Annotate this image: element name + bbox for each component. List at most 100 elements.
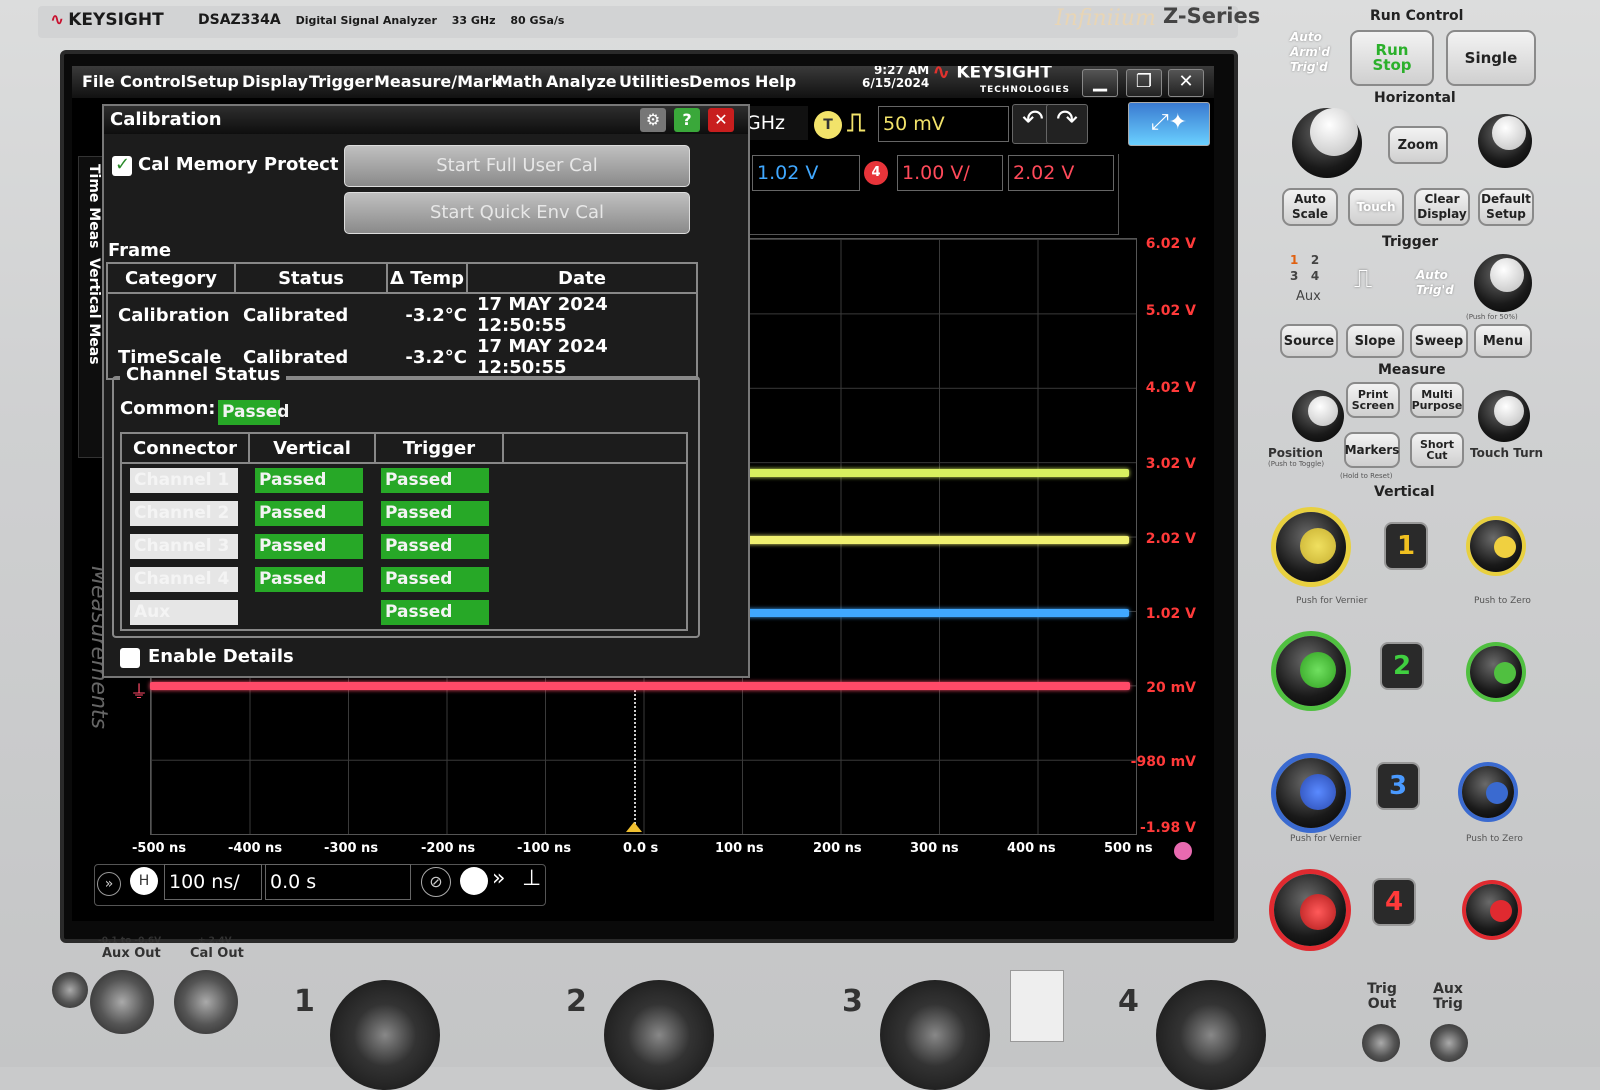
gear-icon: ⚙ <box>645 110 661 129</box>
panel-expand-button[interactable]: » <box>97 872 121 896</box>
close-button[interactable]: ✕ <box>1168 69 1204 97</box>
redo-button[interactable]: ↷ <box>1046 104 1088 144</box>
touch-turn-knob[interactable] <box>1478 390 1530 442</box>
table-row: Aux Passed <box>121 596 687 630</box>
ch4-offset-knob[interactable] <box>1466 884 1518 936</box>
freq-unit[interactable]: GHz <box>742 106 808 140</box>
menu-demos[interactable]: Demos <box>689 72 750 91</box>
horizontal-badge[interactable]: H <box>130 867 158 895</box>
ch3-button[interactable]: 3 <box>1376 762 1420 810</box>
trigger-mode-icon[interactable]: ⎍ <box>1354 264 1372 295</box>
settings-button[interactable]: ⚙ <box>640 108 666 132</box>
touch-button[interactable]: Touch <box>1348 188 1404 226</box>
menu-help[interactable]: Help <box>755 72 796 91</box>
timebase-field[interactable]: 100 ns/ <box>164 864 262 900</box>
redo-icon: ↷ <box>1056 105 1078 135</box>
frame-label: Frame <box>108 240 172 261</box>
cal-out-connector[interactable] <box>174 970 238 1034</box>
default-setup-button[interactable]: Default Setup <box>1478 188 1534 226</box>
horizontal-scale-knob[interactable] <box>1292 108 1362 178</box>
auto-scale-button[interactable]: Auto Scale <box>1282 188 1338 226</box>
menu-file[interactable]: File <box>82 72 115 91</box>
column-header: Connector <box>120 432 250 464</box>
trigger-badge[interactable]: T <box>814 111 842 139</box>
column-header: Status <box>234 262 388 294</box>
brand-name: KEYSIGHT <box>68 10 164 30</box>
sweep-button[interactable]: Sweep <box>1410 324 1468 358</box>
aux-out-connector[interactable] <box>90 970 154 1034</box>
ch4-scale-knob[interactable] <box>1274 874 1346 946</box>
close-icon: ✕ <box>714 110 728 129</box>
source-button[interactable]: Source <box>1280 324 1338 358</box>
channel-offset-field[interactable]: 1.02 V <box>752 155 860 191</box>
horizontal-position-field[interactable]: 0.0 s <box>265 864 411 900</box>
measure-add-button[interactable]: ⤢✦ <box>1128 102 1210 146</box>
ch2-offset-knob[interactable] <box>1470 646 1522 698</box>
menu-setup[interactable]: Setup <box>186 72 239 91</box>
cal-memory-protect-checkbox[interactable] <box>112 154 132 176</box>
menu-math[interactable]: Math <box>497 72 543 91</box>
multi-purpose-button[interactable]: Multi Purpose <box>1410 382 1464 418</box>
run-stop-button[interactable]: Run Stop <box>1350 30 1434 86</box>
tab-vertical-meas[interactable]: Vertical Meas <box>86 258 102 365</box>
menu-analyze[interactable]: Analyze <box>546 72 617 91</box>
dialog-close-button[interactable]: ✕ <box>708 108 734 132</box>
menu-display[interactable]: Display <box>242 72 308 91</box>
help-button[interactable]: ? <box>674 108 700 132</box>
menu-utilities[interactable]: Utilities <box>619 72 690 91</box>
column-header: Vertical <box>248 432 376 464</box>
minimize-button[interactable]: ▁ <box>1082 69 1118 97</box>
ch1-scale-knob[interactable] <box>1276 512 1346 582</box>
menu-control[interactable]: Control <box>120 72 186 91</box>
ch4-button[interactable]: 4 <box>1372 878 1416 926</box>
time-label: 500 ns <box>1104 841 1153 856</box>
markers-button[interactable]: Markers <box>1344 432 1400 468</box>
clear-display-button[interactable]: Clear Display <box>1414 188 1470 226</box>
single-button[interactable]: Single <box>1446 30 1536 86</box>
ch4-input-connector[interactable] <box>1156 980 1266 1090</box>
ch2-button[interactable]: 2 <box>1380 642 1424 690</box>
trigger-menu-button[interactable]: Menu <box>1474 324 1532 358</box>
menu-trigger[interactable]: Trigger <box>309 72 373 91</box>
ch1-input-connector[interactable] <box>330 980 440 1090</box>
volt-label: -1.98 V <box>1139 820 1196 836</box>
reference-button[interactable] <box>460 867 488 895</box>
tab-time-meas[interactable]: Time Meas <box>86 164 102 249</box>
ch3-offset-knob[interactable] <box>1462 766 1514 818</box>
channel-table: Connector Vertical Trigger Channel 1 Pas… <box>120 432 688 631</box>
ch1-push-zero-note: Push to Zero <box>1474 596 1531 606</box>
trigger-status-cell: Passed <box>381 468 489 493</box>
ch3-scale-knob[interactable] <box>1276 758 1346 828</box>
maximize-button[interactable]: ❐ <box>1126 69 1162 97</box>
ch2-input-connector[interactable] <box>604 980 714 1090</box>
zoom-button[interactable]: Zoom <box>1388 126 1448 164</box>
start-full-user-cal-button[interactable]: Start Full User Cal <box>344 145 690 187</box>
horizontal-position-knob[interactable] <box>1478 114 1532 168</box>
ch1-button[interactable]: 1 <box>1384 522 1428 570</box>
trigger-level-field[interactable]: 50 mV <box>878 106 1009 142</box>
ch3-input-connector[interactable] <box>880 980 990 1090</box>
common-label: Common: <box>120 398 216 419</box>
slope-button[interactable]: Slope <box>1346 324 1404 358</box>
connector-cell: Channel 4 <box>130 567 238 592</box>
ground-connector[interactable] <box>52 972 88 1008</box>
menu-measure-mark[interactable]: Measure/Mark <box>374 72 502 91</box>
ch4-badge[interactable]: 4 <box>864 161 888 185</box>
start-quick-env-cal-button[interactable]: Start Quick Env Cal <box>344 192 690 234</box>
trig-out-connector[interactable] <box>1362 1024 1400 1062</box>
play-forward-icon[interactable]: » <box>492 866 505 891</box>
zoom-time-button[interactable]: ⊘ <box>421 867 451 897</box>
print-screen-button[interactable]: Print Screen <box>1346 382 1400 418</box>
time-label: 300 ns <box>910 841 959 856</box>
ch1-offset-knob[interactable] <box>1470 520 1522 572</box>
trigger-level-knob[interactable] <box>1474 254 1532 312</box>
short-cut-button[interactable]: Short Cut <box>1410 432 1464 468</box>
measure-position-knob[interactable] <box>1292 390 1344 442</box>
enable-details-checkbox[interactable] <box>120 648 140 668</box>
ch4-offset-field[interactable]: 2.02 V <box>1008 155 1114 191</box>
ch2-scale-knob[interactable] <box>1276 636 1346 706</box>
ch4-scale-field[interactable]: 1.00 V/ <box>897 155 1003 191</box>
cal-out-range: ± 2.4V <box>198 936 232 946</box>
aux-trig-connector[interactable] <box>1430 1024 1468 1062</box>
pin-icon[interactable]: ⊥ <box>522 866 541 891</box>
